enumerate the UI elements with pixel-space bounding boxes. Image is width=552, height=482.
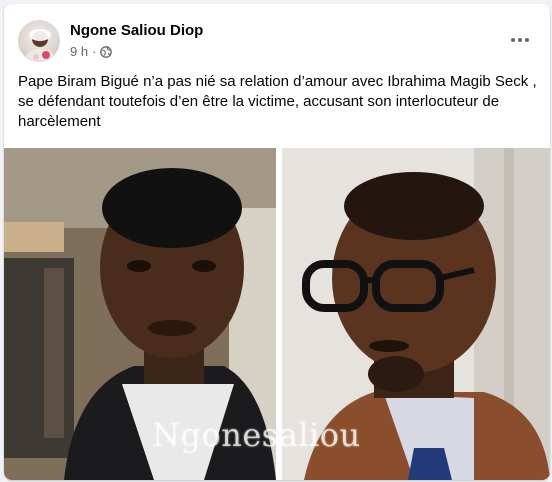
avatar-image: [24, 29, 56, 61]
meta-separator: ·: [92, 44, 97, 59]
post-text: Pape Biram Bigué n’a pas nié sa relation…: [18, 73, 537, 130]
facebook-post-card: Ngone Saliou Diop 9 h · Pape Biram Bigué…: [4, 4, 550, 480]
author-name[interactable]: Ngone Saliou Diop: [70, 22, 203, 39]
post-time[interactable]: 9 h: [70, 44, 88, 59]
author-avatar[interactable]: [18, 20, 60, 62]
post-header: Ngone Saliou Diop 9 h ·: [4, 4, 550, 74]
more-options-icon[interactable]: [502, 26, 538, 54]
globe-icon[interactable]: [100, 45, 113, 58]
post-meta: 9 h ·: [70, 44, 113, 59]
post-image[interactable]: Ngonesaliou: [4, 148, 550, 480]
image-watermark: Ngonesaliou: [152, 416, 361, 454]
